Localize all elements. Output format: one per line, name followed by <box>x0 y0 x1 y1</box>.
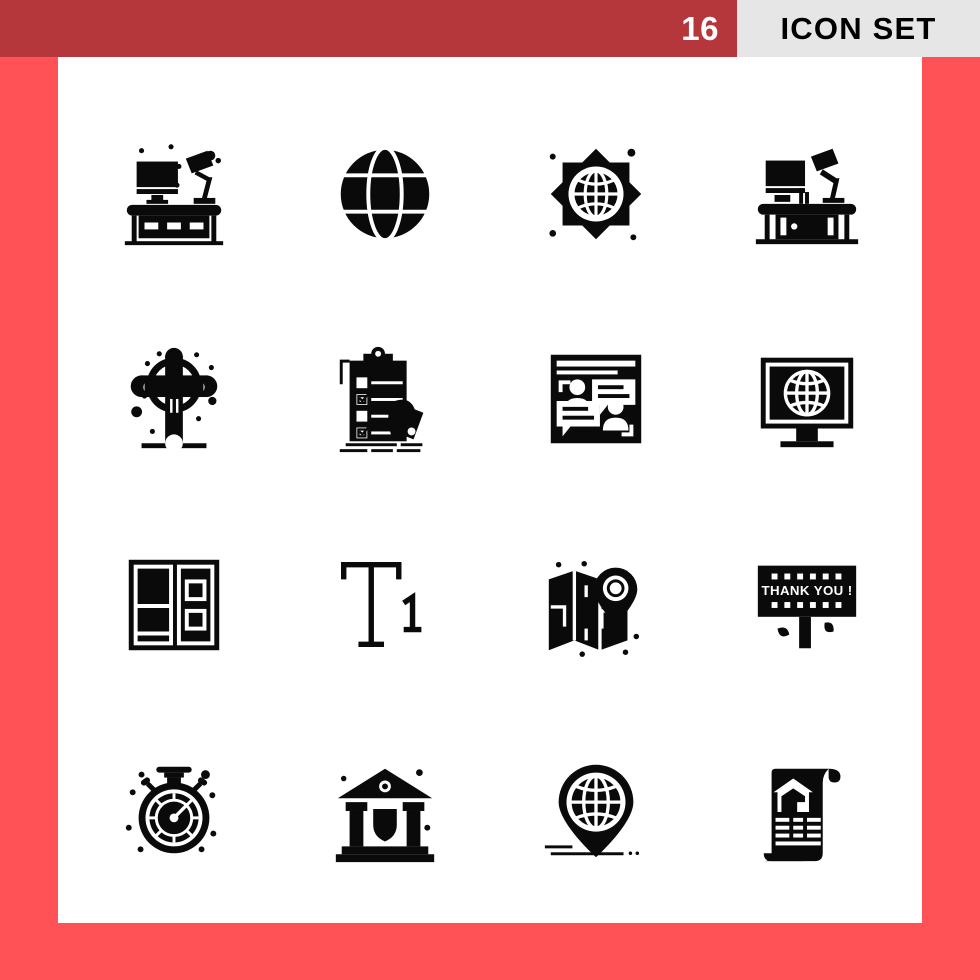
text-heading-t1-icon <box>340 561 421 647</box>
stopwatch-timer-icon <box>125 766 216 854</box>
icon-cell-global-network-burst[interactable] <box>490 91 701 297</box>
thank-you-billboard-sign-icon: THANK YOU ! <box>757 565 856 649</box>
icon-cell-text-heading-t1[interactable] <box>279 502 490 708</box>
icon-cell-clipboard-checklist-hand[interactable] <box>279 297 490 503</box>
office-desk-monitor-lamp-icon <box>755 148 858 244</box>
celtic-cross-memorial-icon <box>130 348 217 453</box>
page-title: ICON SET <box>737 0 980 57</box>
property-house-document-icon <box>763 768 840 862</box>
bank-building-shield-icon <box>335 768 434 863</box>
icon-cell-office-desk-monitor-lamp[interactable] <box>701 91 912 297</box>
icon-cell-property-house-document[interactable] <box>701 708 912 914</box>
icon-cell-layout-wireframe-grid[interactable] <box>68 502 279 708</box>
folded-map-location-pin-icon <box>548 560 639 657</box>
icon-cell-globe-location-pin[interactable] <box>490 708 701 914</box>
icon-cell-folded-map-location-pin[interactable] <box>490 502 701 708</box>
billboard-message: THANK YOU ! <box>761 583 852 598</box>
global-network-burst-icon <box>548 148 641 240</box>
header-bar: 16 ICON SET <box>0 0 980 57</box>
globe-location-pin-icon <box>544 765 639 858</box>
globe-world-grid-icon <box>340 145 429 242</box>
icon-cell-chat-conversation-users[interactable] <box>490 297 701 503</box>
icon-cell-bank-building-shield[interactable] <box>279 708 490 914</box>
layout-wireframe-grid-icon <box>128 559 219 650</box>
clipboard-checklist-hand-icon <box>339 347 423 453</box>
monitor-globe-internet-icon <box>760 357 853 448</box>
icon-cell-workspace-desk-lamp-monitor[interactable] <box>68 91 279 297</box>
icon-cell-globe-world-grid[interactable] <box>279 91 490 297</box>
icon-cell-monitor-globe-internet[interactable] <box>701 297 912 503</box>
icon-count-badge: 16 <box>681 10 719 47</box>
icon-grid: THANK YOU ! <box>58 57 922 923</box>
icon-cell-stopwatch-timer[interactable] <box>68 708 279 914</box>
icon-cell-thank-you-billboard-sign[interactable]: THANK YOU ! <box>701 502 912 708</box>
icon-cell-celtic-cross-memorial[interactable] <box>68 297 279 503</box>
icon-card: THANK YOU ! <box>58 57 922 923</box>
workspace-desk-lamp-monitor-icon <box>124 143 223 245</box>
chat-conversation-users-icon <box>550 355 641 444</box>
icon-set-poster: 16 ICON SET THANK YOU ! <box>0 0 980 980</box>
